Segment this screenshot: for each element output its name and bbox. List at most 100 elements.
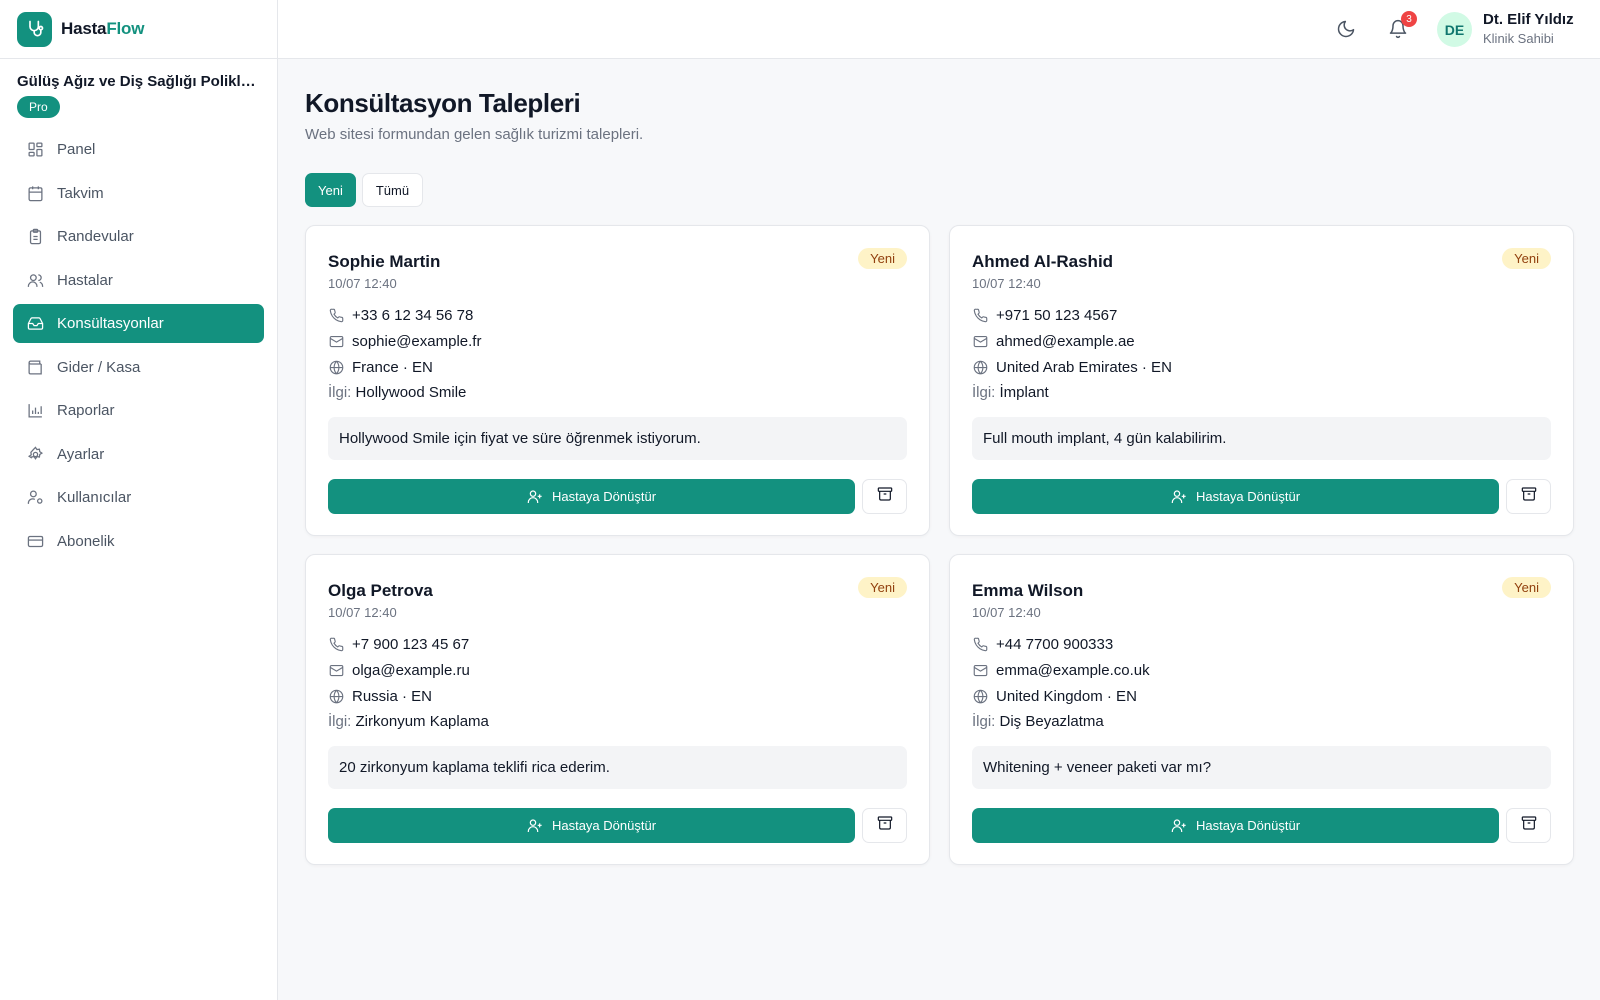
sidebar-item-label: Hastalar [57,271,113,289]
tab-yeni[interactable]: Yeni [305,173,356,207]
mail-icon [972,334,988,350]
bell-icon[interactable]: 3 [1386,11,1417,41]
consultation-card: Sophie Martin 10/07 12:40 Yeni +33 6 12 … [305,225,930,536]
user-plus-icon [527,489,543,505]
archive-button[interactable] [1506,479,1551,514]
mail-icon [972,663,988,679]
sidebar-item-randevular[interactable]: Randevular [13,217,264,256]
phone-value[interactable]: +7 900 123 45 67 [352,636,469,653]
stethoscope-icon [17,11,52,47]
archive-button[interactable] [862,479,907,514]
globe-icon [972,689,988,705]
archive-button[interactable] [1506,808,1551,843]
phone-value[interactable]: +44 7700 900333 [996,636,1113,653]
phone-value[interactable]: +33 6 12 34 56 78 [352,307,473,324]
globe-icon [972,360,988,376]
notification-count-badge: 3 [1401,11,1417,27]
brand-name: HastaFlow [61,19,145,38]
country-row: Russia · EN [328,688,432,705]
email-value[interactable]: olga@example.ru [352,662,470,679]
phone-row: +33 6 12 34 56 78 [328,307,473,324]
country-row: United Arab Emirates · EN [972,359,1172,376]
interest-value: İmplant [999,384,1049,401]
users-icon [26,271,44,289]
requester-name: Ahmed Al-Rashid [972,252,1114,271]
interest-row: İlgi: Hollywood Smile [328,384,466,401]
phone-icon [328,308,344,324]
email-row: sophie@example.fr [328,333,481,350]
interest-row: İlgi: İmplant [972,384,1049,401]
archive-icon [877,486,893,507]
page-subtitle: Web sitesi formundan gelen sağlık turizm… [305,126,644,143]
sidebar-item-kullanicilar[interactable]: Kullanıcılar [13,478,264,517]
sidebar-item-label: Panel [57,141,96,158]
plan-badge: Pro [17,96,60,118]
archive-icon [1521,486,1537,507]
email-value[interactable]: ahmed@example.ae [996,333,1135,350]
request-message: Whitening + veneer paketi var mı? [972,746,1551,789]
calendar-icon [26,184,44,202]
user-plus-icon [527,818,543,834]
sidebar-item-ayarlar[interactable]: Ayarlar [13,435,264,474]
archive-button[interactable] [862,808,907,843]
tab-tumu[interactable]: Tümü [361,173,424,207]
consultation-card: Emma Wilson 10/07 12:40 Yeni +44 7700 90… [949,554,1574,865]
interest-value: Diş Beyazlatma [999,713,1104,730]
grid-icon [26,141,44,159]
convert-label: Hastaya Dönüştür [551,489,657,504]
user-name[interactable]: Dt. Elif Yıldız [1483,11,1574,28]
convert-label: Hastaya Dönüştür [551,818,657,833]
page-title: Konsültasyon Talepleri [305,88,581,118]
status-badge: Yeni [1502,248,1551,269]
phone-icon [972,308,988,324]
interest-label: İlgi: [972,384,996,401]
email-value[interactable]: sophie@example.fr [352,333,481,350]
sidebar-item-label: Raporlar [57,402,115,419]
sidebar-item-takvim[interactable]: Takvim [13,174,264,213]
interest-label: İlgi: [328,384,352,401]
user-plus-icon [1171,818,1187,834]
archive-icon [877,815,893,836]
convert-to-patient-button[interactable]: Hastaya Dönüştür [972,479,1499,514]
convert-to-patient-button[interactable]: Hastaya Dönüştür [972,808,1499,843]
requester-name: Emma Wilson [972,581,1084,600]
consultation-card: Olga Petrova 10/07 12:40 Yeni +7 900 123… [305,554,930,865]
sidebar-item-label: Konsültasyonlar [57,315,164,332]
brand[interactable]: HastaFlow [0,0,277,59]
avatar[interactable]: DE [1437,12,1472,47]
requester-name: Olga Petrova [328,581,433,600]
archive-icon [1521,815,1537,836]
sidebar-item-label: Gider / Kasa [57,358,141,376]
gear-icon [26,445,44,463]
country-row: France · EN [328,359,433,376]
interest-row: İlgi: Diş Beyazlatma [972,713,1104,730]
credit-card-icon [26,532,44,550]
convert-label: Hastaya Dönüştür [1195,489,1301,504]
request-date: 10/07 12:40 [972,276,1041,291]
clinic-name: Gülüş Ağız ve Diş Sağlığı Poliklinikleri [17,73,257,90]
convert-to-patient-button[interactable]: Hastaya Dönüştür [328,808,855,843]
email-value[interactable]: emma@example.co.uk [996,662,1150,679]
phone-value[interactable]: +971 50 123 4567 [996,307,1117,324]
sidebar-item-gider-kasa[interactable]: Gider / Kasa [13,348,264,387]
wallet-icon [26,358,44,376]
interest-value: Hollywood Smile [355,384,467,401]
user-role: Klinik Sahibi [1483,31,1554,46]
moon-icon[interactable] [1334,17,1358,41]
request-date: 10/07 12:40 [328,276,397,291]
phone-row: +971 50 123 4567 [972,307,1117,324]
sidebar-item-hastalar[interactable]: Hastalar [13,261,264,300]
sidebar-item-panel[interactable]: Panel [13,130,264,169]
filter-tabs: Yeni Tümü [305,173,424,207]
email-row: ahmed@example.ae [972,333,1135,350]
status-badge: Yeni [858,577,907,598]
request-date: 10/07 12:40 [972,605,1041,620]
sidebar-item-abonelik[interactable]: Abonelik [13,522,264,561]
request-message: 20 zirkonyum kaplama teklifi rica ederim… [328,746,907,789]
sidebar-item-konsultasyonlar[interactable]: Konsültasyonlar [13,304,264,343]
clinic-info: Gülüş Ağız ve Diş Sağlığı Poliklinikleri… [0,59,277,128]
sidebar-item-raporlar[interactable]: Raporlar [13,391,264,430]
globe-icon [328,689,344,705]
convert-to-patient-button[interactable]: Hastaya Dönüştür [328,479,855,514]
inbox-icon [26,315,44,333]
